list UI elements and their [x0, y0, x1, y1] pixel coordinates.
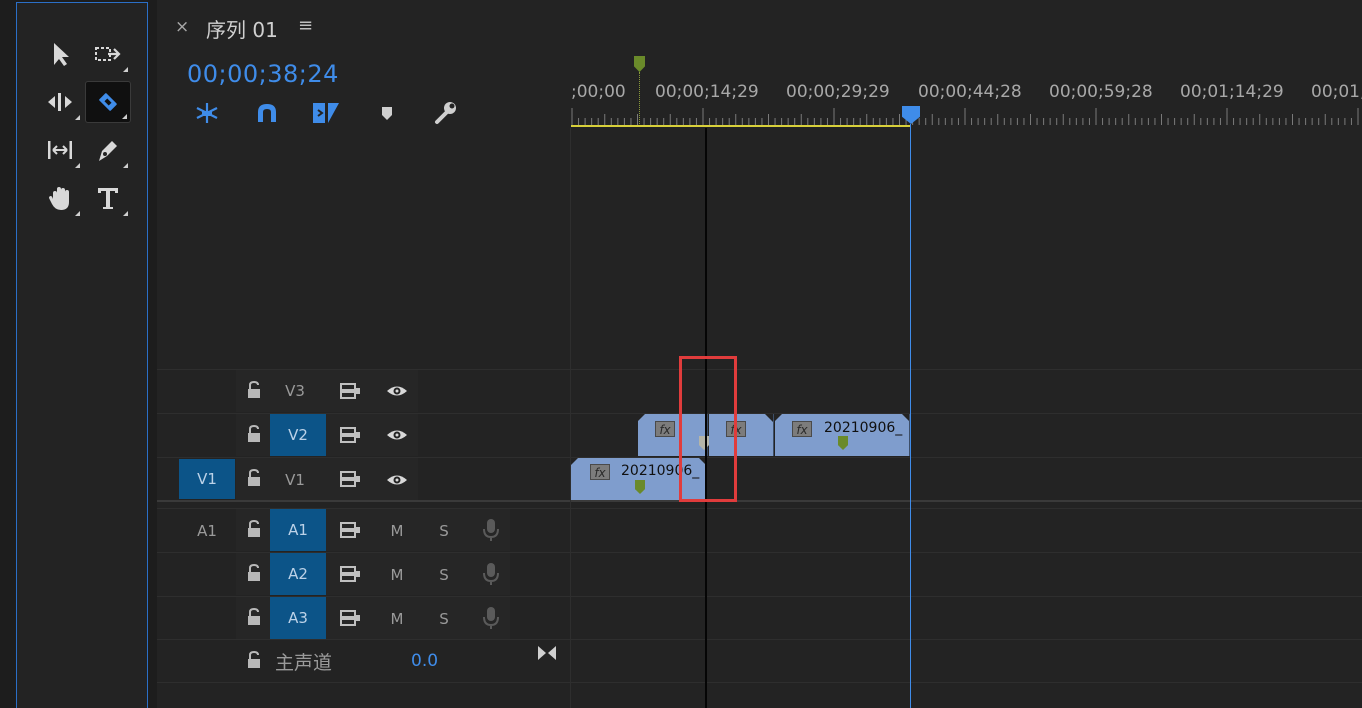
track-select-icon [95, 47, 121, 61]
track-name-a1[interactable]: A1 [270, 509, 326, 551]
linked-selection-icon[interactable] [252, 100, 282, 126]
highlight-box [679, 356, 737, 502]
clip-start-corner [775, 414, 782, 421]
playhead-timecode[interactable]: 00;00;38;24 [187, 60, 339, 88]
clip-v2-c[interactable]: fx 20210906_ [775, 414, 910, 456]
tools-panel [16, 2, 148, 708]
add-marker-icon[interactable] [373, 100, 403, 126]
lock-icon[interactable] [245, 424, 263, 444]
clip-marker-icon[interactable] [635, 480, 645, 494]
microphone-icon[interactable] [482, 561, 500, 587]
pen-icon [99, 141, 117, 161]
track-select-forward-tool[interactable] [85, 33, 131, 75]
lock-icon[interactable] [245, 380, 263, 400]
playhead-line [910, 124, 911, 708]
selection-tool[interactable] [37, 33, 83, 75]
eye-icon[interactable] [385, 426, 409, 444]
sync-lock-icon[interactable] [338, 520, 362, 540]
hand-icon [49, 187, 69, 210]
solo-button-a3[interactable]: S [433, 610, 455, 628]
source-patch-a1[interactable]: A1 [179, 522, 235, 540]
video-audio-divider [157, 500, 1362, 502]
fx-badge: fx [655, 421, 675, 437]
lock-icon[interactable] [245, 563, 263, 583]
sequence-marker-line [639, 72, 640, 124]
header-clip-divider [570, 128, 571, 708]
microphone-icon[interactable] [482, 605, 500, 631]
ripple-edit-icon [48, 93, 72, 111]
track-divider [157, 639, 1362, 640]
lock-icon[interactable] [245, 468, 263, 488]
go-to-in-out-icon[interactable] [536, 644, 558, 662]
track-name-a3[interactable]: A3 [270, 597, 326, 639]
track-name-v3[interactable]: V3 [272, 382, 318, 400]
lock-icon[interactable] [245, 607, 263, 627]
clip-name: 20210906_ [824, 420, 903, 436]
master-track-label: 主声道 [275, 652, 333, 674]
sync-lock-icon[interactable] [338, 608, 362, 628]
panel-menu-icon[interactable]: ≡ [298, 15, 313, 36]
source-patch-v1[interactable]: V1 [179, 459, 235, 499]
snap-icon[interactable] [192, 100, 222, 126]
track-name-a2[interactable]: A2 [270, 553, 326, 595]
slip-tool[interactable] [37, 129, 83, 171]
fx-badge: fx [792, 421, 812, 437]
clip-end-corner [765, 414, 773, 422]
lock-icon[interactable] [245, 519, 263, 539]
type-tool[interactable] [85, 177, 131, 219]
razor-tool[interactable] [85, 81, 131, 123]
fx-badge: fx [590, 464, 610, 480]
pen-tool[interactable] [85, 129, 131, 171]
sync-lock-icon[interactable] [338, 381, 362, 401]
close-tab-button[interactable]: × [175, 17, 189, 37]
timeline-settings-icon[interactable] [431, 100, 461, 126]
slip-icon [48, 141, 72, 159]
sync-lock-icon[interactable] [338, 425, 362, 445]
sequence-tab-title[interactable]: 序列 01 [206, 14, 278, 43]
eye-icon[interactable] [385, 471, 409, 489]
razor-icon [99, 93, 117, 111]
insert-overwrite-icon[interactable] [311, 100, 341, 126]
mute-button-a2[interactable]: M [386, 566, 408, 584]
ripple-edit-tool[interactable] [37, 81, 83, 123]
work-area-bar[interactable] [571, 125, 911, 127]
mute-button-a1[interactable]: M [386, 522, 408, 540]
selection-arrow-icon [54, 43, 69, 66]
sync-lock-icon[interactable] [338, 564, 362, 584]
lock-icon[interactable] [245, 650, 263, 670]
track-divider [157, 682, 1362, 683]
clip-end-corner [902, 414, 909, 421]
type-icon [98, 188, 118, 209]
mute-button-a3[interactable]: M [386, 610, 408, 628]
solo-button-a1[interactable]: S [433, 522, 455, 540]
master-volume-value[interactable]: 0.0 [411, 651, 438, 671]
clip-start-corner [571, 458, 578, 465]
eye-icon[interactable] [385, 382, 409, 400]
track-name-v1[interactable]: V1 [272, 471, 318, 489]
sync-lock-icon[interactable] [338, 469, 362, 489]
microphone-icon[interactable] [482, 517, 500, 543]
solo-button-a2[interactable]: S [433, 566, 455, 584]
clip-marker-icon[interactable] [838, 436, 848, 450]
clip-start-corner [638, 414, 645, 421]
track-name-v2[interactable]: V2 [270, 414, 326, 456]
time-ruler[interactable]: ;00;00 00;00;14;29 00;00;29;29 00;00;44;… [571, 50, 1362, 128]
ruler-ticks [571, 108, 1359, 125]
hand-tool[interactable] [37, 177, 83, 219]
